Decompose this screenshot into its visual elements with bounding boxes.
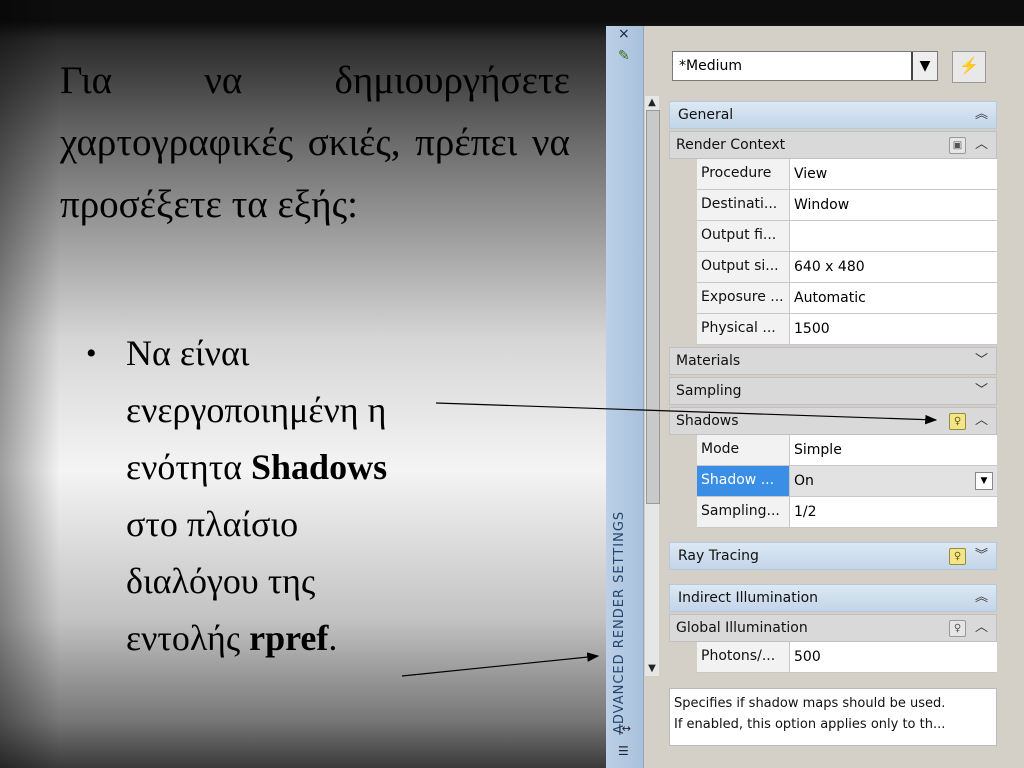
prop-value[interactable]: 640 x 480 xyxy=(790,252,997,282)
chevron-down-icon[interactable]: ﹀ xyxy=(975,348,988,374)
prop-row-output-size[interactable]: Output si... 640 x 480 xyxy=(697,252,997,283)
slide-intro: Για να δημιουργήσετε χαρτογραφικές σκιές… xyxy=(60,59,570,226)
section-general[interactable]: General ︽ xyxy=(669,101,997,129)
render-preset-select[interactable]: *Medium ▼ xyxy=(672,51,938,81)
section-indirect-illumination[interactable]: Indirect Illumination ︽ xyxy=(669,584,997,612)
chevron-down-icon[interactable]: ▼ xyxy=(911,52,937,80)
help-description: Specifies if shadow maps should be used.… xyxy=(669,688,997,746)
palette-title-strip[interactable]: × ✎ ADVANCED RENDER SETTINGS |↔ ☰ xyxy=(606,26,644,768)
bullet-text-end: . xyxy=(328,618,338,658)
advanced-render-settings-palette: × ✎ ADVANCED RENDER SETTINGS |↔ ☰ ▲ ▼ *M… xyxy=(606,26,1024,768)
section-ray-tracing[interactable]: Ray Tracing ♀ ︾ xyxy=(669,542,997,570)
prop-row-shadow-map[interactable]: Shadow ... On ▼ xyxy=(697,466,997,497)
left-shade xyxy=(0,0,60,768)
prop-name: Procedure xyxy=(697,159,790,189)
close-icon[interactable]: × xyxy=(618,26,630,42)
section-global-illumination[interactable]: Global Illumination ♀ ︿ xyxy=(669,614,997,642)
scroll-thumb[interactable] xyxy=(646,110,660,504)
prop-row-output-file[interactable]: Output fi... xyxy=(697,221,997,252)
dropdown-arrow-icon[interactable]: ▼ xyxy=(975,472,993,490)
prop-name: Photons/... xyxy=(697,642,790,672)
property-grid: General ︽ Render Context ▣ ︿ Procedure V… xyxy=(669,99,997,673)
chevron-down-icon[interactable]: ﹀ xyxy=(975,378,988,404)
prop-value[interactable]: Automatic xyxy=(790,283,997,313)
prop-value[interactable]: 1/2 xyxy=(790,497,997,527)
prop-name: Exposure ... xyxy=(697,283,790,313)
autohide-icon[interactable]: |↔ xyxy=(618,722,631,735)
collapse-icon[interactable]: ︽ xyxy=(975,585,988,611)
arrow-to-palette xyxy=(401,652,600,677)
prop-value[interactable] xyxy=(790,221,997,251)
prop-row-exposure[interactable]: Exposure ... Automatic xyxy=(697,283,997,314)
prop-row-sampling-multiplier[interactable]: Sampling... 1/2 xyxy=(697,497,997,528)
bullet-text: Να είναι ενεργοποιημένη η ενότητα Shadow… xyxy=(126,325,406,667)
section-materials[interactable]: Materials ﹀ xyxy=(669,347,997,375)
section-general-label: General xyxy=(678,107,734,123)
section-ray-tracing-label: Ray Tracing xyxy=(678,548,759,564)
lightbulb-icon[interactable]: ♀ xyxy=(949,548,966,565)
collapse-icon[interactable]: ︽ xyxy=(975,102,988,128)
menu-icon[interactable]: ☰ xyxy=(618,744,629,758)
section-sampling-label: Sampling xyxy=(676,383,742,399)
scroll-up-icon[interactable]: ▲ xyxy=(646,97,658,109)
chevron-up-icon[interactable]: ︿ xyxy=(975,408,988,434)
prop-name: Output fi... xyxy=(697,221,790,251)
prop-value[interactable]: 500 xyxy=(790,642,997,672)
prop-row-photons[interactable]: Photons/... 500 xyxy=(697,642,997,673)
prop-row-destination[interactable]: Destinati... Window xyxy=(697,190,997,221)
section-shadows[interactable]: Shadows ♀ ︿ xyxy=(669,407,997,435)
render-preset-value: *Medium xyxy=(679,58,742,74)
prop-row-mode[interactable]: Mode Simple xyxy=(697,435,997,466)
lightbulb-icon[interactable]: ♀ xyxy=(949,413,966,430)
prop-value[interactable]: Window xyxy=(790,190,997,220)
chevron-up-icon[interactable]: ︿ xyxy=(975,615,988,641)
chevron-up-icon[interactable]: ︿ xyxy=(975,132,988,158)
slide-body: Για να δημιουργήσετε χαρτογραφικές σκιές… xyxy=(60,50,570,236)
scroll-down-icon[interactable]: ▼ xyxy=(646,663,658,675)
render-teapot-button[interactable]: ⚡ xyxy=(952,51,986,83)
palette-title: ADVANCED RENDER SETTINGS xyxy=(612,510,627,734)
section-global-illumination-label: Global Illumination xyxy=(676,620,808,636)
section-indirect-illumination-label: Indirect Illumination xyxy=(678,590,819,606)
prop-name: Mode xyxy=(697,435,790,465)
bullet-bold-rpref: rpref xyxy=(249,618,329,658)
prop-name: Destinati... xyxy=(697,190,790,220)
prop-name: Shadow ... xyxy=(697,466,790,496)
expand-icon[interactable]: ︾ xyxy=(975,543,988,569)
prop-value-select[interactable]: On ▼ xyxy=(790,466,997,496)
prop-name: Sampling... xyxy=(697,497,790,527)
section-render-context-label: Render Context xyxy=(676,137,786,153)
scrollbar[interactable]: ▲ ▼ xyxy=(645,96,660,676)
prop-value[interactable]: View xyxy=(790,159,997,189)
section-materials-label: Materials xyxy=(676,353,741,369)
prop-value[interactable]: 1500 xyxy=(790,314,997,344)
section-shadows-label: Shadows xyxy=(676,413,739,429)
prop-name: Physical ... xyxy=(697,314,790,344)
prop-value[interactable]: Simple xyxy=(790,435,997,465)
bullet-bold-shadows: Shadows xyxy=(251,447,388,487)
properties-icon[interactable]: ✎ xyxy=(618,48,630,64)
prop-name: Output si... xyxy=(697,252,790,282)
prop-value: On xyxy=(794,473,814,489)
window-icon[interactable]: ▣ xyxy=(949,137,966,154)
lightbulb-icon[interactable]: ♀ xyxy=(949,620,966,637)
help-line-1: Specifies if shadow maps should be used. xyxy=(674,696,946,711)
bullet-marker: • xyxy=(86,337,97,370)
help-line-2: If enabled, this option applies only to … xyxy=(674,717,946,732)
prop-row-procedure[interactable]: Procedure View xyxy=(697,159,997,190)
section-render-context[interactable]: Render Context ▣ ︿ xyxy=(669,131,997,159)
bullet-item: • Να είναι ενεργοποιημένη η ενότητα Shad… xyxy=(86,325,406,667)
section-sampling[interactable]: Sampling ﹀ xyxy=(669,377,997,405)
prop-row-physical[interactable]: Physical ... 1500 xyxy=(697,314,997,345)
